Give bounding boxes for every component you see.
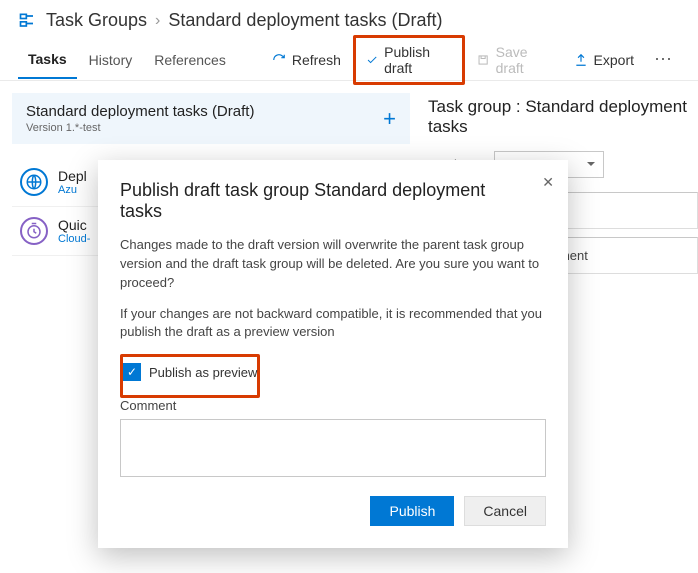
refresh-button[interactable]: Refresh	[262, 46, 351, 74]
publish-as-preview-checkbox[interactable]: ✓ Publish as preview	[123, 363, 257, 381]
breadcrumb-page: Standard deployment tasks (Draft)	[168, 10, 442, 31]
task-group-icon	[18, 11, 38, 31]
publish-dialog: ✕ Publish draft task group Standard depl…	[98, 160, 568, 548]
export-icon	[574, 53, 588, 67]
tab-tasks[interactable]: Tasks	[18, 41, 77, 79]
cancel-button[interactable]: Cancel	[464, 496, 546, 526]
chevron-right-icon: ›	[155, 12, 160, 30]
task-subtitle: Cloud-	[58, 233, 90, 245]
details-heading: Task group : Standard deployment tasks	[428, 97, 698, 137]
close-icon[interactable]: ✕	[542, 174, 554, 191]
task-group-header[interactable]: Standard deployment tasks (Draft) Versio…	[12, 93, 410, 144]
breadcrumb: Task Groups › Standard deployment tasks …	[0, 0, 698, 39]
save-icon	[477, 53, 489, 67]
comment-label: Comment	[120, 398, 546, 413]
breadcrumb-root[interactable]: Task Groups	[46, 10, 147, 31]
task-subtitle: Azu	[58, 184, 87, 196]
task-group-title: Standard deployment tasks (Draft)	[26, 103, 254, 120]
comment-textarea[interactable]	[120, 419, 546, 477]
save-draft-button: Save draft	[467, 38, 561, 82]
check-icon	[366, 53, 378, 67]
more-button[interactable]: ⋯	[646, 49, 680, 70]
dialog-title: Publish draft task group Standard deploy…	[120, 180, 546, 222]
refresh-icon	[272, 53, 286, 67]
export-label: Export	[594, 52, 634, 68]
save-draft-label: Save draft	[496, 44, 552, 76]
checkbox-checked-icon: ✓	[123, 363, 141, 381]
export-button[interactable]: Export	[564, 46, 644, 74]
dialog-warning-text: Changes made to the draft version will o…	[120, 236, 546, 293]
task-title: Depl	[58, 168, 87, 184]
toolbar: Tasks History References Refresh Publish…	[0, 39, 698, 81]
tab-references[interactable]: References	[144, 42, 236, 78]
add-task-button[interactable]: +	[383, 106, 396, 132]
publish-draft-button[interactable]: Publish draft	[353, 35, 466, 85]
publish-button[interactable]: Publish	[370, 496, 454, 526]
checkbox-label: Publish as preview	[149, 365, 257, 380]
timer-icon	[20, 217, 48, 245]
refresh-label: Refresh	[292, 52, 341, 68]
dialog-recommend-text: If your changes are not backward compati…	[120, 305, 546, 343]
tab-history[interactable]: History	[79, 42, 143, 78]
task-group-version: Version 1.*-test	[26, 122, 254, 134]
publish-draft-label: Publish draft	[384, 44, 452, 76]
globe-icon	[20, 168, 48, 196]
task-title: Quic	[58, 217, 90, 233]
